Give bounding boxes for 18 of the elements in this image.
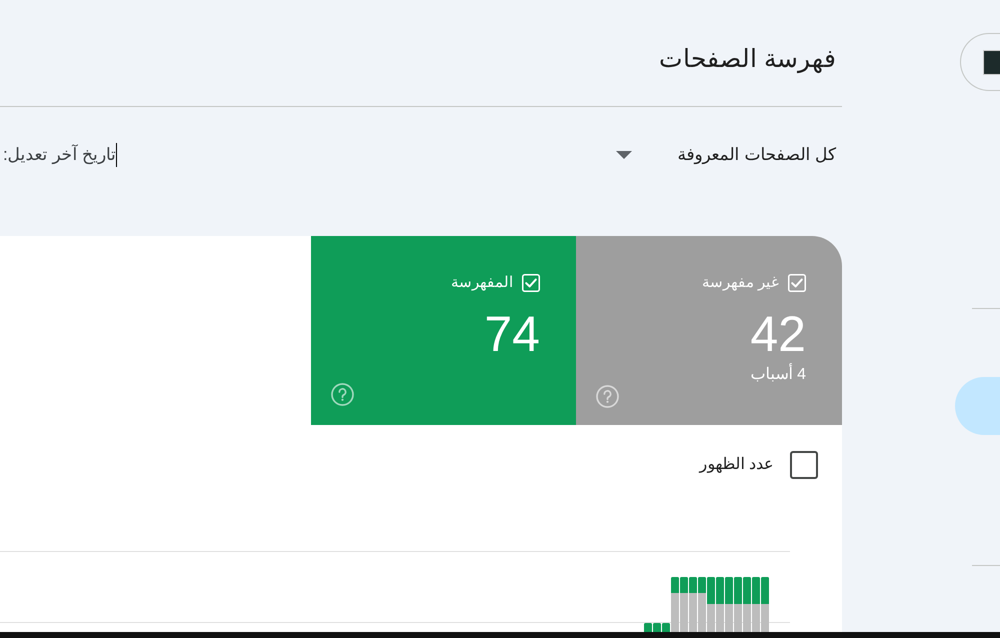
caret-icon bbox=[616, 151, 632, 159]
text-cursor bbox=[116, 143, 118, 167]
tile-subtitle: 4 أسباب bbox=[750, 365, 806, 385]
site-logo bbox=[983, 50, 1000, 74]
page-title: فهرسة الصفحات bbox=[659, 44, 836, 75]
tile-count: 74 bbox=[484, 309, 540, 359]
property-selector[interactable] bbox=[960, 33, 1000, 91]
last-modified-label: تاريخ آخر تعديل: bbox=[3, 143, 116, 166]
impressions-label: عدد الظهور bbox=[700, 455, 774, 475]
tile-label: المفهرسة bbox=[451, 274, 513, 292]
tile-label: غير مفهرسة bbox=[702, 274, 779, 292]
tile-checkbox[interactable] bbox=[522, 274, 540, 292]
pages-dropdown[interactable]: كل الصفحات المعروفة bbox=[616, 139, 836, 171]
help-icon[interactable] bbox=[331, 383, 354, 406]
help-icon[interactable] bbox=[596, 385, 619, 408]
tile-count: 42 bbox=[750, 309, 806, 359]
tile-checkbox[interactable] bbox=[788, 274, 806, 292]
impressions-checkbox[interactable] bbox=[790, 451, 818, 479]
